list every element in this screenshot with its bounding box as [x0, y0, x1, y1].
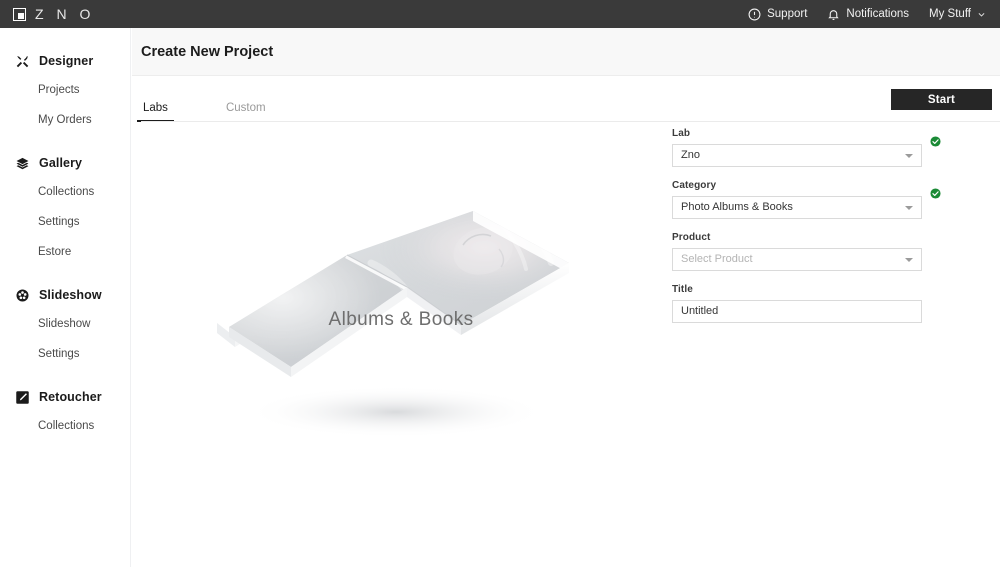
- top-bar-actions: Support Notifications My Stuff: [748, 8, 986, 21]
- brand-logo[interactable]: Z N O: [13, 6, 95, 22]
- field-title: Title Untitled: [672, 284, 962, 323]
- open-photo-album-image: Albums & Books: [211, 197, 591, 447]
- retouch-pencil-icon: [14, 389, 30, 405]
- sidebar-item-projects[interactable]: Projects: [0, 75, 130, 105]
- lab-select[interactable]: Zno: [672, 144, 922, 167]
- chevron-down-icon: [905, 205, 913, 210]
- brand-name: Z N O: [35, 6, 95, 22]
- chevron-down-icon: [977, 10, 986, 19]
- product-label: Product: [672, 232, 711, 243]
- sidebar-item-retoucher[interactable]: Retoucher: [0, 383, 130, 411]
- sidebar-item-my-orders[interactable]: My Orders: [0, 105, 130, 135]
- main-content: Create New Project Labs Custom Start Alb…: [132, 28, 1000, 567]
- sidebar-item-slideshow[interactable]: Slideshow: [0, 309, 130, 339]
- field-lab: Lab Zno: [672, 128, 962, 167]
- top-bar: Z N O Support Notifications My Stuff: [0, 0, 1000, 28]
- sidebar-group-label: Retoucher: [39, 390, 102, 404]
- title-label: Title: [672, 284, 693, 295]
- project-form: Lab Zno Category Photo Albums & Books Pr…: [672, 128, 962, 336]
- field-product: Product Select Product: [672, 232, 962, 271]
- sidebar-item-slideshow-settings[interactable]: Settings: [0, 339, 130, 369]
- page-header: Create New Project: [132, 28, 1000, 76]
- sidebar-item-estore[interactable]: Estore: [0, 237, 130, 267]
- tab-labs[interactable]: Labs: [137, 102, 174, 122]
- title-input[interactable]: Untitled: [672, 300, 922, 323]
- notifications-label: Notifications: [846, 8, 910, 20]
- sidebar-group-label: Gallery: [39, 156, 83, 170]
- sidebar-group-label: Designer: [39, 54, 94, 68]
- field-category: Category Photo Albums & Books: [672, 180, 962, 219]
- my-stuff-label: My Stuff: [929, 8, 971, 20]
- start-button[interactable]: Start: [891, 89, 992, 110]
- sidebar-item-slideshow-group[interactable]: Slideshow: [0, 281, 130, 309]
- lab-valid-check-icon: [930, 134, 941, 147]
- lab-label: Lab: [672, 128, 691, 139]
- sidebar-item-designer[interactable]: Designer: [0, 47, 130, 75]
- sidebar-group-retoucher: Retoucher Collections: [0, 383, 130, 441]
- tab-bar: Labs Custom Start: [132, 76, 1000, 122]
- category-value: Photo Albums & Books: [681, 201, 793, 213]
- exclamation-circle-icon: [748, 8, 761, 21]
- sidebar-item-retoucher-collections[interactable]: Collections: [0, 411, 130, 441]
- product-placeholder: Select Product: [681, 253, 753, 265]
- product-preview: Albums & Books: [132, 122, 670, 522]
- layers-icon: [14, 155, 30, 171]
- sidebar-group-label: Slideshow: [39, 288, 102, 302]
- support-button[interactable]: Support: [748, 8, 807, 21]
- category-valid-check-icon: [930, 186, 941, 199]
- film-reel-icon: [14, 287, 30, 303]
- sidebar-group-designer: Designer Projects My Orders: [0, 47, 130, 135]
- crossed-tools-icon: [14, 53, 30, 69]
- category-label: Category: [672, 180, 717, 191]
- notifications-button[interactable]: Notifications: [827, 8, 909, 21]
- tab-custom[interactable]: Custom: [224, 102, 268, 122]
- chevron-down-icon: [905, 153, 913, 158]
- product-select[interactable]: Select Product: [672, 248, 922, 271]
- lab-value: Zno: [681, 149, 700, 161]
- sidebar-item-gallery-settings[interactable]: Settings: [0, 207, 130, 237]
- content-area: Albums & Books Lab Zno Category Photo Al…: [132, 122, 1000, 567]
- chevron-down-icon: [905, 257, 913, 262]
- bell-icon: [827, 8, 840, 21]
- category-select[interactable]: Photo Albums & Books: [672, 196, 922, 219]
- zno-square-logo-icon: [13, 7, 26, 21]
- support-label: Support: [767, 8, 808, 20]
- sidebar: Designer Projects My Orders Gallery Coll…: [0, 28, 131, 567]
- title-value: Untitled: [681, 305, 719, 317]
- sidebar-item-collections[interactable]: Collections: [0, 177, 130, 207]
- sidebar-item-gallery[interactable]: Gallery: [0, 149, 130, 177]
- sidebar-group-slideshow: Slideshow Slideshow Settings: [0, 281, 130, 369]
- sidebar-group-gallery: Gallery Collections Settings Estore: [0, 149, 130, 267]
- my-stuff-menu[interactable]: My Stuff: [929, 8, 986, 20]
- page-title: Create New Project: [141, 43, 274, 60]
